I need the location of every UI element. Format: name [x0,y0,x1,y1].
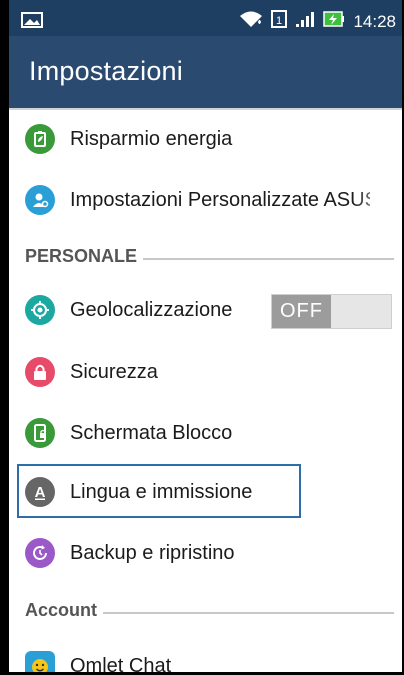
setting-item-omlet-chat[interactable]: Omlet Chat [9,636,402,675]
svg-text:1: 1 [276,15,282,27]
section-header-label: Account [25,599,97,620]
clock-time: 14:28 [353,11,396,31]
sim-icon: 1 [271,10,288,33]
setting-item-risparmio-energia[interactable]: Risparmio energia [9,109,402,169]
setting-item-label: Sicurezza [70,360,158,383]
settings-screen: 1 14:28 Impostazioni Risparmio energia I… [9,0,402,675]
setting-item-sicurezza[interactable]: Sicurezza [9,342,402,402]
image-icon [21,12,43,33]
setting-item-label: Risparmio energia [70,127,233,150]
battery-charging-icon [323,10,345,33]
toggle-state-label: OFF [272,295,331,328]
location-icon [25,295,55,325]
section-divider [103,612,394,614]
section-divider [143,258,394,260]
user-settings-icon [25,185,55,215]
setting-item-backup-e-ripristino[interactable]: Backup e ripristino [9,523,402,583]
section-header-personale: PERSONALE [25,241,402,271]
lock-icon [25,357,55,387]
action-bar: Impostazioni [9,36,402,108]
setting-item-label: Backup e ripristino [70,541,235,564]
section-header-account: Account [25,595,402,625]
signal-icon [295,10,315,33]
setting-item-label: Geolocalizzazione [70,298,233,321]
section-header-label: PERSONALE [25,245,138,266]
location-toggle[interactable]: OFF [271,294,392,329]
wifi-icon [239,10,263,33]
setting-item-label: Schermata Blocco [70,421,233,444]
setting-item-schermata-blocco[interactable]: Schermata Blocco [9,403,402,463]
battery-leaf-icon [25,124,55,154]
setting-item-geolocalizzazione[interactable]: Geolocalizzazione OFF [9,280,402,340]
status-bar: 1 14:28 [9,0,402,36]
text-fade [352,180,402,220]
phone-lock-icon [25,418,55,448]
setting-item-label: Impostazioni Personalizzate ASUS [70,188,370,211]
page-title: Impostazioni [29,56,183,86]
backup-icon [25,538,55,568]
focus-highlight [17,464,301,518]
setting-item-impostazioni-personalizzate[interactable]: Impostazioni Personalizzate ASUS [9,170,402,230]
